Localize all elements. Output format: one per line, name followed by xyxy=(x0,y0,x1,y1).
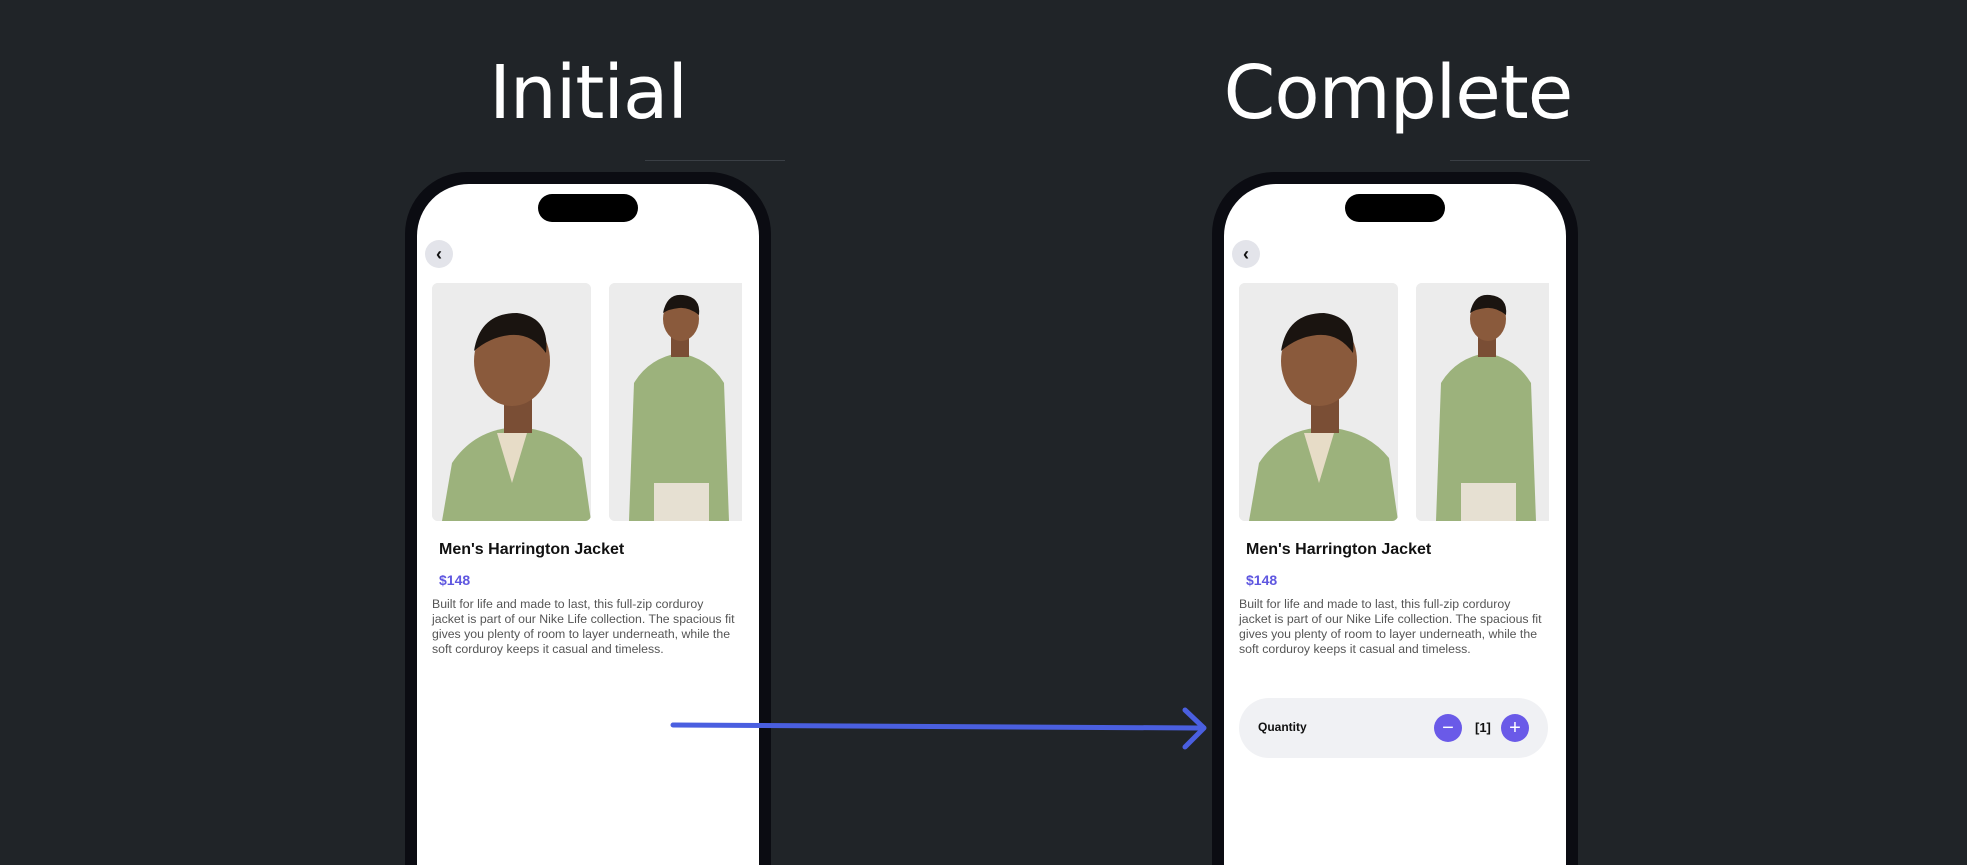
product-photo-full xyxy=(609,283,742,521)
increase-quantity-button[interactable]: + xyxy=(1501,714,1529,742)
back-button[interactable]: ‹ xyxy=(425,240,453,268)
minus-icon: − xyxy=(1442,717,1454,739)
product-gallery[interactable] xyxy=(1239,283,1549,523)
product-description: Built for life and made to last, this fu… xyxy=(432,597,735,656)
quantity-value: [1] xyxy=(1475,720,1491,735)
product-description: Built for life and made to last, this fu… xyxy=(1239,597,1542,656)
chevron-left-icon: ‹ xyxy=(1243,243,1249,264)
dynamic-island xyxy=(1345,194,1445,222)
product-photo-full xyxy=(1416,283,1549,521)
phone-screen: ‹ Men's Harrington Jacket $148 Built for… xyxy=(1224,184,1566,865)
divider-line xyxy=(1450,160,1590,161)
plus-icon: + xyxy=(1509,717,1521,739)
quantity-selector: Quantity − [1] + xyxy=(1239,698,1548,758)
complete-heading: Complete xyxy=(1223,50,1574,136)
back-button[interactable]: ‹ xyxy=(1232,240,1260,268)
product-price: $148 xyxy=(439,572,471,588)
product-photo-portrait xyxy=(432,283,591,521)
product-title: Men's Harrington Jacket xyxy=(1246,541,1432,558)
dynamic-island xyxy=(538,194,638,222)
product-gallery[interactable] xyxy=(432,283,742,523)
initial-heading: Initial xyxy=(489,50,688,136)
phone-initial: ‹ Men's Harrington Jacket $148 Built for… xyxy=(405,172,771,865)
product-price: $148 xyxy=(1246,572,1278,588)
quantity-label: Quantity xyxy=(1258,720,1307,734)
decrease-quantity-button[interactable]: − xyxy=(1434,714,1462,742)
divider-line xyxy=(645,160,785,161)
chevron-left-icon: ‹ xyxy=(436,243,442,264)
product-photo-portrait xyxy=(1239,283,1398,521)
phone-complete: ‹ Men's Harrington Jacket $148 Built for… xyxy=(1212,172,1578,865)
phone-screen: ‹ Men's Harrington Jacket $148 Built for… xyxy=(417,184,759,865)
product-title: Men's Harrington Jacket xyxy=(439,541,625,558)
